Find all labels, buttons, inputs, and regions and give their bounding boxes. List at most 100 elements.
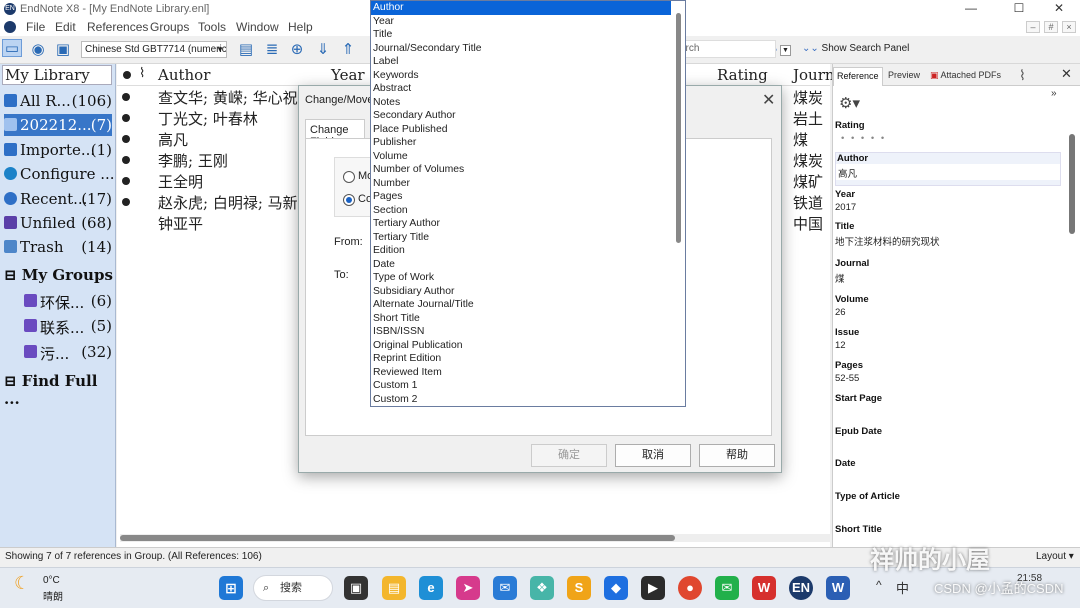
network-icon[interactable]: ❖ (530, 576, 554, 600)
export-icon[interactable]: ⇑ (338, 41, 358, 59)
group-selected[interactable]: 202212... (7) (4, 114, 112, 136)
field-value[interactable]: 煤 (835, 269, 1061, 285)
terminal-icon[interactable]: ▶ (641, 576, 665, 600)
menu-window[interactable]: Window (236, 20, 279, 34)
group-item[interactable]: 联系... (5) (24, 315, 112, 337)
dropdown-option[interactable]: Subsidiary Author (371, 285, 671, 299)
column-journal[interactable]: Journ (793, 66, 835, 84)
menu-edit[interactable]: Edit (55, 20, 76, 34)
dropdown-option[interactable]: Number of Volumes (371, 163, 671, 177)
close-panel-icon[interactable]: ✕ (1061, 66, 1072, 82)
expand-icon[interactable]: » (1051, 88, 1057, 99)
send-icon[interactable]: ➤ (456, 576, 480, 600)
collapse-icon[interactable]: ⊟ (4, 372, 22, 390)
dropdown-option[interactable]: Short Title (371, 312, 671, 326)
vertical-scrollbar[interactable] (1069, 134, 1075, 234)
field-issue[interactable]: Issue 12 (835, 327, 1061, 351)
dropdown-option[interactable]: Edition (371, 244, 671, 258)
new-group-icon[interactable]: ▤ (236, 41, 256, 59)
dropdown-option[interactable]: Journal/Secondary Title (371, 42, 671, 56)
new-reference-icon[interactable]: ≣ (262, 41, 282, 59)
field-title[interactable]: Title 地下注浆材料的研究现状 (835, 221, 1061, 248)
dropdown-option[interactable]: Abstract (371, 82, 671, 96)
dropdown-option[interactable]: Author (371, 1, 671, 15)
dropdown-option[interactable]: Year (371, 15, 671, 29)
menu-references[interactable]: References (87, 20, 148, 34)
mdi-restore-button[interactable]: # (1044, 21, 1058, 33)
maximize-button[interactable]: ☐ (1008, 1, 1030, 15)
column-rating[interactable]: Rating (717, 66, 768, 84)
group-item[interactable]: 污... (32) (24, 341, 112, 363)
dropdown-option[interactable]: Publisher (371, 136, 671, 150)
sublime-icon[interactable]: S (567, 576, 591, 600)
tab-attached-pdfs[interactable]: ▣ Attached PDFs (927, 67, 1004, 86)
field-journal[interactable]: Journal 煤 (835, 258, 1061, 285)
field-value[interactable]: 高凡 (836, 164, 1060, 180)
wechat-icon[interactable]: ✉ (715, 576, 739, 600)
ok-button[interactable]: 确定 (531, 444, 607, 467)
gear-icon[interactable]: ⚙▾ (839, 94, 860, 112)
field-pages[interactable]: Pages 52-55 (835, 360, 1061, 384)
group-recently-added[interactable]: Recent... (17) (4, 188, 112, 210)
field-value[interactable]: 52-55 (835, 371, 1061, 384)
layout-button[interactable]: Layout ▾ (1036, 548, 1074, 566)
field-value[interactable]: 2017 (835, 200, 1061, 213)
chevron-up-icon[interactable]: ^ (876, 578, 882, 592)
dropdown-option[interactable]: Alternate Journal/Title (371, 298, 671, 312)
local-library-mode-icon[interactable]: ▭ (2, 39, 22, 57)
read-status-icon[interactable] (123, 71, 131, 79)
dropdown-option[interactable]: Place Published (371, 123, 671, 137)
weather-desc[interactable]: 晴朗 (43, 588, 63, 603)
help-button[interactable]: 帮助 (699, 444, 775, 467)
from-field-dropdown[interactable]: Author Year Title Journal/Secondary Titl… (370, 0, 686, 407)
mdi-minimize-button[interactable]: – (1026, 21, 1040, 33)
dropdown-option[interactable]: Pages (371, 190, 671, 204)
dropdown-option[interactable]: Label (371, 55, 671, 69)
integrated-library-mode-icon[interactable]: ▣ (53, 41, 73, 59)
field-epub-date[interactable]: Epub Date (835, 426, 1061, 437)
horizontal-scrollbar[interactable] (120, 534, 830, 542)
task-view-icon[interactable]: ▣ (344, 576, 368, 600)
mail-icon[interactable]: ✉ (493, 576, 517, 600)
menu-help[interactable]: Help (288, 20, 313, 34)
paperclip-icon[interactable]: ⌇ (139, 66, 145, 81)
import-icon[interactable]: ⇓ (313, 41, 333, 59)
close-button[interactable]: ✕ (1048, 1, 1070, 15)
my-library-header[interactable]: My Library (2, 65, 112, 85)
dropdown-option[interactable]: Reprint Edition (371, 352, 671, 366)
field-start-page[interactable]: Start Page (835, 393, 1061, 404)
rating-stars[interactable]: • • • • • (835, 131, 1061, 144)
dropdown-option[interactable]: ISBN/ISSN (371, 325, 671, 339)
menu-file[interactable]: File (26, 20, 45, 34)
field-short-title[interactable]: Short Title (835, 524, 1061, 535)
dropdown-option[interactable]: Tertiary Author (371, 217, 671, 231)
move-radio[interactable] (343, 171, 355, 183)
field-rating[interactable]: Rating • • • • • (835, 120, 1061, 144)
dropdown-option[interactable]: Secondary Author (371, 109, 671, 123)
dropdown-option[interactable]: Type of Work (371, 271, 671, 285)
dropdown-option[interactable]: Section (371, 204, 671, 218)
tab-preview[interactable]: Preview (885, 67, 923, 86)
group-all-references[interactable]: All R... (106) (4, 90, 112, 112)
show-search-panel-button[interactable]: ⌄⌄ Show Search Panel (802, 43, 909, 54)
dropdown-option[interactable]: Title (371, 28, 671, 42)
mdi-close-button[interactable]: × (1062, 21, 1076, 33)
word-icon[interactable]: W (826, 576, 850, 600)
endnote-taskbar-icon[interactable]: EN (789, 576, 813, 600)
dropdown-option[interactable]: Custom 1 (371, 379, 671, 393)
ime-language[interactable]: 中 (896, 578, 909, 597)
field-value[interactable]: 26 (835, 305, 1061, 318)
group-configure-sync[interactable]: Configure ... (4, 163, 115, 185)
scrollbar-thumb[interactable] (120, 535, 675, 541)
field-date[interactable]: Date (835, 458, 1061, 469)
tab-reference[interactable]: Reference (833, 67, 883, 86)
output-style-select[interactable]: Chinese Std GBT7714 (numeric) ▼ (81, 41, 227, 58)
taskbar-search[interactable]: ⌕ 搜索 (253, 575, 333, 601)
menu-groups[interactable]: Groups (150, 20, 189, 34)
field-value[interactable]: 12 (835, 338, 1061, 351)
my-groups-header[interactable]: ⊟ My Groups (4, 266, 113, 284)
wps-icon[interactable]: W (752, 576, 776, 600)
weather-moon-icon[interactable]: ☾ (14, 573, 30, 594)
cancel-button[interactable]: 取消 (615, 444, 691, 467)
online-search-icon[interactable]: ⊕ (287, 41, 307, 59)
